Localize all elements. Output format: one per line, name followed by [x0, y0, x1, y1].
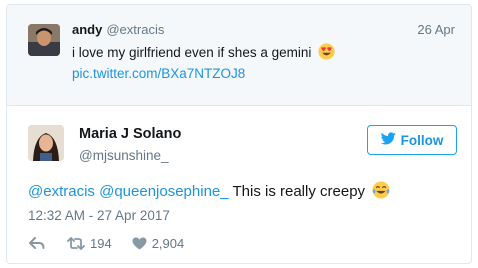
- twitter-bird-icon: [380, 132, 396, 148]
- retweet-button[interactable]: 194: [67, 236, 112, 251]
- quoted-tweet-text: i love my girlfriend even if shes a gemi…: [72, 45, 312, 60]
- like-button[interactable]: 2,904: [132, 235, 185, 251]
- mention-link[interactable]: @queenjosephine_: [99, 183, 229, 200]
- follow-button[interactable]: Follow: [367, 125, 457, 155]
- quoted-author-avatar[interactable]: [28, 24, 60, 56]
- quoted-tweet-text-line: i love my girlfriend even if shes a gemi…: [72, 43, 335, 63]
- author-name[interactable]: Maria J Solano: [79, 126, 181, 142]
- retweet-count: 194: [90, 235, 112, 251]
- tweet-timestamp[interactable]: 12:32 AM - 27 Apr 2017: [28, 208, 170, 223]
- like-count: 2,904: [151, 235, 185, 251]
- follow-button-label: Follow: [400, 132, 444, 148]
- quoted-author-name[interactable]: andy: [72, 22, 102, 37]
- quoted-tweet-date[interactable]: 26 Apr: [417, 22, 455, 37]
- tweet-card: andy @extracis 26 Apr i love my girlfrien…: [6, 4, 472, 264]
- quoted-tweet-media-link[interactable]: pic.twitter.com/BXa7NTZOJ8: [72, 66, 245, 81]
- author-avatar[interactable]: [28, 125, 64, 161]
- mention-link[interactable]: @extracis: [28, 183, 95, 200]
- reply-icon: [29, 236, 45, 250]
- tears-of-joy-emoji-icon: [372, 181, 390, 203]
- heart-icon: [132, 237, 147, 250]
- tweet-text: This is really creepy: [232, 183, 366, 200]
- tweet-actions: 194 2,904: [29, 234, 184, 252]
- author-handle[interactable]: @mjsunshine_: [79, 148, 169, 163]
- retweet-icon: [67, 236, 85, 250]
- heart-eyes-emoji-icon: [318, 43, 335, 63]
- tweet-text-line: @extracis @queenjosephine_ This is reall…: [28, 181, 390, 203]
- reply-button[interactable]: [29, 236, 45, 250]
- quoted-author-handle[interactable]: @extracis: [106, 22, 164, 37]
- quoted-tweet[interactable]: andy @extracis 26 Apr i love my girlfrien…: [7, 5, 471, 106]
- quoted-author: andy @extracis: [72, 22, 164, 37]
